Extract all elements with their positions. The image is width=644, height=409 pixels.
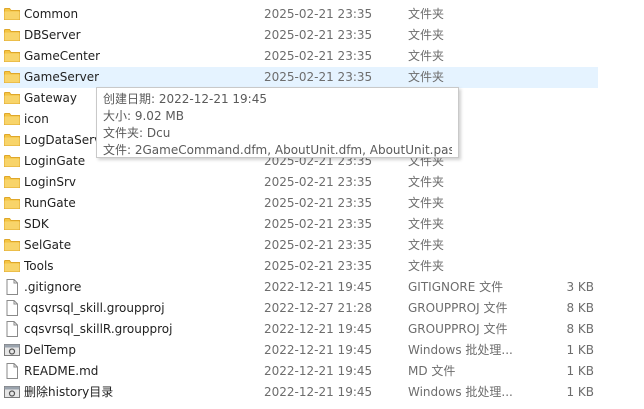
row-size: 1 KB (566, 364, 594, 378)
file-row[interactable]: README.md 2022-12-21 19:45 MD 文件 1 KB (0, 361, 644, 382)
row-name: GameServer (24, 70, 100, 84)
row-date-modified: 2025-02-21 23:35 (264, 175, 373, 189)
folder-icon (4, 196, 20, 210)
row-date-modified: 2025-02-21 23:35 (264, 196, 373, 210)
folder-row[interactable]: RunGate 2025-02-21 23:35 文件夹 (0, 193, 644, 214)
row-date-modified: 2022-12-21 19:45 (264, 364, 373, 378)
row-name: DelTemp (24, 343, 76, 357)
folder-icon (4, 259, 20, 273)
row-date-modified: 2022-12-21 19:45 (264, 343, 373, 357)
folder-icon (4, 7, 20, 21)
row-date-modified: 2022-12-21 19:45 (264, 385, 373, 399)
tooltip-folders: 文件夹: Dcu (103, 126, 171, 140)
row-size: 8 KB (566, 322, 594, 336)
folder-row[interactable]: SDK 2025-02-21 23:35 文件夹 (0, 214, 644, 235)
row-date-modified: 2025-02-21 23:35 (264, 7, 373, 21)
file-icon (4, 279, 20, 295)
row-name: SDK (24, 217, 49, 231)
row-name: SelGate (24, 238, 72, 252)
row-date-modified: 2022-12-21 19:45 (264, 322, 373, 336)
row-name: .gitignore (24, 280, 82, 294)
row-name: icon (24, 112, 49, 126)
row-name: 删除history目录 (24, 385, 114, 399)
row-type: Windows 批处理... (408, 385, 513, 399)
folder-icon (4, 91, 20, 105)
folder-icon (4, 133, 20, 147)
row-type: 文件夹 (408, 196, 445, 210)
folder-row[interactable]: DBServer 2025-02-21 23:35 文件夹 (0, 25, 644, 46)
row-date-modified: 2022-12-21 19:45 (264, 280, 373, 294)
file-row[interactable]: cqsvrsql_skillR.groupproj 2022-12-21 19:4… (0, 319, 644, 340)
file-icon (4, 300, 20, 316)
folder-icon (4, 238, 20, 252)
tooltip-created-date: 创建日期: 2022-12-21 19:45 (103, 92, 267, 106)
row-date-modified: 2025-02-21 23:35 (264, 70, 373, 84)
folder-row[interactable]: LoginSrv 2025-02-21 23:35 文件夹 (0, 172, 644, 193)
folder-icon (4, 154, 20, 168)
row-name: Gateway (24, 91, 78, 105)
folder-row[interactable]: GameCenter 2025-02-21 23:35 文件夹 (0, 46, 644, 67)
row-type: GROUPPROJ 文件 (408, 301, 508, 315)
row-type: 文件夹 (408, 217, 445, 231)
folder-icon (4, 175, 20, 189)
row-date-modified: 2025-02-21 23:35 (264, 217, 373, 231)
row-name: LoginSrv (24, 175, 77, 189)
row-date-modified: 2025-02-21 23:35 (264, 28, 373, 42)
row-type: 文件夹 (408, 7, 445, 21)
folder-row[interactable]: SelGate 2025-02-21 23:35 文件夹 (0, 235, 644, 256)
file-row[interactable]: 删除history目录 2022-12-21 19:45 Windows 批处理..… (0, 382, 644, 403)
row-size: 1 KB (566, 343, 594, 357)
row-type: 文件夹 (408, 28, 445, 42)
folder-icon (4, 28, 20, 42)
row-type: 文件夹 (408, 175, 445, 189)
folder-info-tooltip: 创建日期: 2022-12-21 19:45 大小: 9.02 MB 文件夹: … (96, 87, 459, 158)
row-type: GITIGNORE 文件 (408, 280, 504, 294)
row-name: cqsvrsql_skillR.groupproj (24, 322, 173, 336)
row-date-modified: 2022-12-27 21:28 (264, 301, 373, 315)
folder-icon (4, 49, 20, 63)
row-size: 8 KB (566, 301, 594, 315)
row-type: MD 文件 (408, 364, 456, 378)
row-date-modified: 2025-02-21 23:35 (264, 238, 373, 252)
tooltip-files: 文件: 2GameCommand.dfm, AboutUnit.dfm, Abo… (103, 143, 452, 157)
row-date-modified: 2025-02-21 23:35 (264, 259, 373, 273)
row-name: Common (24, 7, 79, 21)
folder-row[interactable]: Common 2025-02-21 23:35 文件夹 (0, 4, 644, 25)
row-name: DBServer (24, 28, 81, 42)
row-type: 文件夹 (408, 259, 445, 273)
row-name: Tools (24, 259, 54, 273)
row-type: GROUPPROJ 文件 (408, 322, 508, 336)
folder-row[interactable]: GameServer 2025-02-21 23:35 文件夹 (0, 67, 598, 88)
row-size: 1 KB (566, 385, 594, 399)
row-type: Windows 批处理... (408, 343, 513, 357)
row-name: LoginGate (24, 154, 86, 168)
folder-icon (4, 112, 20, 126)
folder-icon (4, 217, 20, 231)
tooltip-size: 大小: 9.02 MB (103, 109, 184, 123)
batch-file-icon (4, 342, 20, 356)
file-row[interactable]: cqsvrsql_skill.groupproj 2022-12-27 21:28… (0, 298, 644, 319)
row-name: GameCenter (24, 49, 101, 63)
row-type: 文件夹 (408, 70, 445, 84)
row-name: RunGate (24, 196, 76, 210)
file-row[interactable]: DelTemp 2022-12-21 19:45 Windows 批处理... 1 K… (0, 340, 644, 361)
file-icon (4, 321, 20, 337)
file-icon (4, 363, 20, 379)
batch-file-icon (4, 384, 20, 398)
file-list: Common 2025-02-21 23:35 文件夹 DBServer 2025-02… (0, 0, 644, 409)
row-size: 3 KB (566, 280, 594, 294)
row-name: README.md (24, 364, 99, 378)
row-type: 文件夹 (408, 238, 445, 252)
folder-icon (4, 70, 20, 84)
row-type: 文件夹 (408, 49, 445, 63)
folder-row[interactable]: Tools 2025-02-21 23:35 文件夹 (0, 256, 644, 277)
row-name: cqsvrsql_skill.groupproj (24, 301, 165, 315)
file-row[interactable]: .gitignore 2022-12-21 19:45 GITIGNORE 文件 3 … (0, 277, 644, 298)
row-date-modified: 2025-02-21 23:35 (264, 49, 373, 63)
